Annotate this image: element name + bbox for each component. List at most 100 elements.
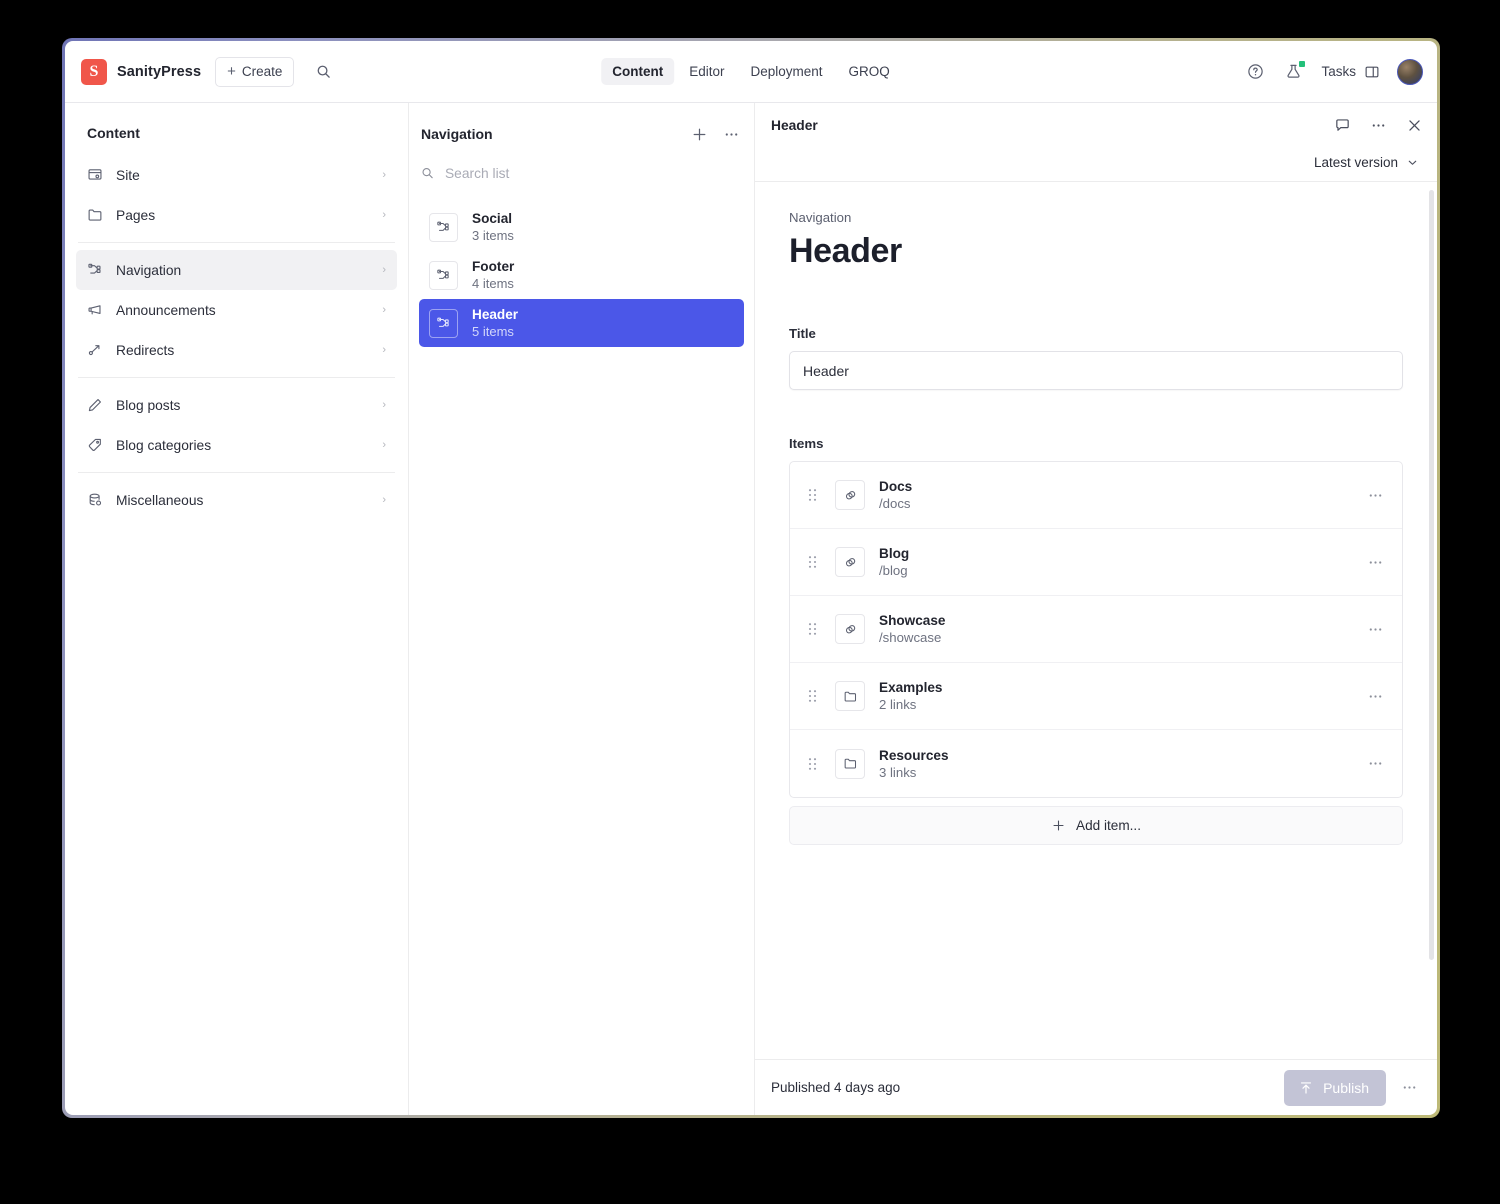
- list-item[interactable]: Resources 3 links: [790, 730, 1402, 797]
- document-pane-header: Header Latest version: [755, 103, 1437, 182]
- item-subtitle: 2 links: [879, 697, 917, 712]
- database-icon: [86, 492, 103, 509]
- flask-icon[interactable]: [1283, 61, 1306, 82]
- tasks-label: Tasks: [1321, 64, 1356, 79]
- list-item-title: Social: [472, 211, 513, 226]
- top-navbar-actions: Tasks: [1245, 58, 1423, 85]
- add-item-button[interactable]: Add item...: [789, 806, 1403, 845]
- chevron-down-icon: [1408, 160, 1417, 165]
- publish-button[interactable]: Publish: [1284, 1069, 1386, 1106]
- document-type-kicker: Navigation: [789, 210, 852, 225]
- add-document-icon[interactable]: [690, 125, 708, 143]
- item-title: Resources: [879, 747, 949, 763]
- drag-handle-icon[interactable]: [806, 689, 818, 703]
- folder-icon: [835, 681, 865, 711]
- structure-pane: Content Site › Pages › Navigation › Anno…: [65, 103, 409, 1115]
- global-search-icon[interactable]: [310, 59, 336, 85]
- list-item-subtitle: 4 items: [472, 276, 514, 291]
- document-list-pane: Navigation Search list Social 3 items Fo…: [409, 103, 755, 1115]
- sidebar-item-redirects[interactable]: Redirects ›: [76, 330, 397, 370]
- publish-options-icon[interactable]: [1396, 1079, 1423, 1096]
- chevron-right-icon: ›: [382, 494, 386, 506]
- item-options-icon[interactable]: [1363, 554, 1388, 571]
- vertical-scrollbar[interactable]: [1429, 190, 1434, 960]
- comments-icon[interactable]: [1333, 116, 1351, 134]
- tab-groq[interactable]: GROQ: [838, 58, 901, 85]
- close-icon[interactable]: [1405, 116, 1423, 134]
- page-title: Header: [789, 232, 902, 270]
- user-avatar[interactable]: [1397, 58, 1423, 85]
- sidebar-item-site[interactable]: Site ›: [76, 155, 397, 195]
- publish-arrow-icon: [1301, 1081, 1312, 1094]
- document-options-icon[interactable]: [1369, 116, 1387, 134]
- item-options-icon[interactable]: [1363, 621, 1388, 638]
- redirect-arrow-icon: [86, 342, 103, 359]
- tag-icon: [86, 437, 103, 454]
- help-circle-icon[interactable]: [1245, 61, 1266, 82]
- sidebar-item-blog-categories[interactable]: Blog categories ›: [76, 425, 397, 465]
- chevron-right-icon: ›: [382, 304, 386, 316]
- sidebar-item-announcements[interactable]: Announcements ›: [76, 290, 397, 330]
- document-pane-title: Header: [771, 117, 818, 133]
- list-item-footer[interactable]: Footer 4 items: [419, 251, 744, 299]
- publish-button-label: Publish: [1323, 1079, 1369, 1096]
- list-item-header[interactable]: Header 5 items: [419, 299, 744, 347]
- create-button[interactable]: + Create: [215, 56, 295, 87]
- item-options-icon[interactable]: [1363, 688, 1388, 705]
- list-options-icon[interactable]: [722, 125, 740, 143]
- tasks-button[interactable]: Tasks: [1321, 64, 1380, 80]
- search-input[interactable]: [444, 165, 740, 181]
- tab-deployment[interactable]: Deployment: [739, 58, 833, 85]
- list-item[interactable]: Examples 2 links: [790, 663, 1402, 730]
- drag-handle-icon[interactable]: [806, 757, 818, 771]
- title-input[interactable]: [789, 351, 1403, 390]
- drag-handle-icon[interactable]: [806, 488, 818, 502]
- drag-handle-icon[interactable]: [806, 555, 818, 569]
- document-pane: Header Latest version Navigation Header …: [755, 103, 1437, 1115]
- list-item-subtitle: 5 items: [472, 324, 514, 339]
- top-navbar: S SanityPress + Create Content Editor De…: [65, 41, 1437, 103]
- document-list: Social 3 items Footer 4 items Header 5 i…: [409, 189, 754, 347]
- branch-icon: [429, 212, 458, 242]
- items-list: Docs /docs Blog /blog Showcase /showcase…: [789, 461, 1403, 798]
- list-item-social[interactable]: Social 3 items: [419, 203, 744, 251]
- sidebar-item-label: Blog posts: [116, 397, 181, 413]
- publish-status: Published 4 days ago: [771, 1080, 901, 1095]
- notification-badge: [1299, 61, 1306, 67]
- item-title: Docs: [879, 479, 913, 494]
- plus-icon: +: [227, 63, 236, 80]
- item-subtitle: /showcase: [879, 630, 942, 645]
- tab-content[interactable]: Content: [601, 58, 675, 85]
- sidebar-item-blog-posts[interactable]: Blog posts ›: [76, 385, 397, 425]
- list-item[interactable]: Showcase /showcase: [790, 596, 1402, 663]
- items-field-label: Items: [789, 436, 824, 451]
- list-item[interactable]: Docs /docs: [790, 462, 1402, 529]
- sidebar-item-pages[interactable]: Pages ›: [76, 195, 397, 235]
- divider: [78, 242, 395, 243]
- pencil-icon: [86, 397, 103, 414]
- folder-icon: [835, 748, 865, 779]
- list-item[interactable]: Blog /blog: [790, 529, 1402, 596]
- sanity-studio: S SanityPress + Create Content Editor De…: [65, 41, 1437, 1115]
- chevron-right-icon: ›: [382, 264, 386, 276]
- version-selector[interactable]: Latest version: [1308, 152, 1423, 173]
- sanity-logo-icon: S: [81, 58, 107, 85]
- panes: Content Site › Pages › Navigation › Anno…: [65, 103, 1437, 1115]
- list-search[interactable]: [409, 157, 754, 189]
- item-title: Showcase: [879, 613, 946, 628]
- chevron-right-icon: ›: [382, 399, 386, 411]
- sidebar-item-navigation[interactable]: Navigation ›: [76, 250, 397, 290]
- chevron-right-icon: ›: [382, 169, 386, 181]
- item-title: Blog: [879, 546, 910, 561]
- item-title: Examples: [879, 680, 943, 695]
- sidebar-item-miscellaneous[interactable]: Miscellaneous ›: [76, 480, 397, 520]
- items-field: Items Docs /docs Blog /blog Showcase /sh…: [789, 436, 1403, 845]
- drag-handle-icon[interactable]: [806, 622, 818, 636]
- tab-editor[interactable]: Editor: [678, 58, 735, 85]
- link-icon: [835, 480, 865, 510]
- divider: [78, 377, 395, 378]
- item-options-icon[interactable]: [1363, 755, 1388, 772]
- item-options-icon[interactable]: [1363, 487, 1388, 504]
- item-subtitle: /docs: [879, 496, 911, 511]
- brand[interactable]: S SanityPress: [81, 58, 201, 85]
